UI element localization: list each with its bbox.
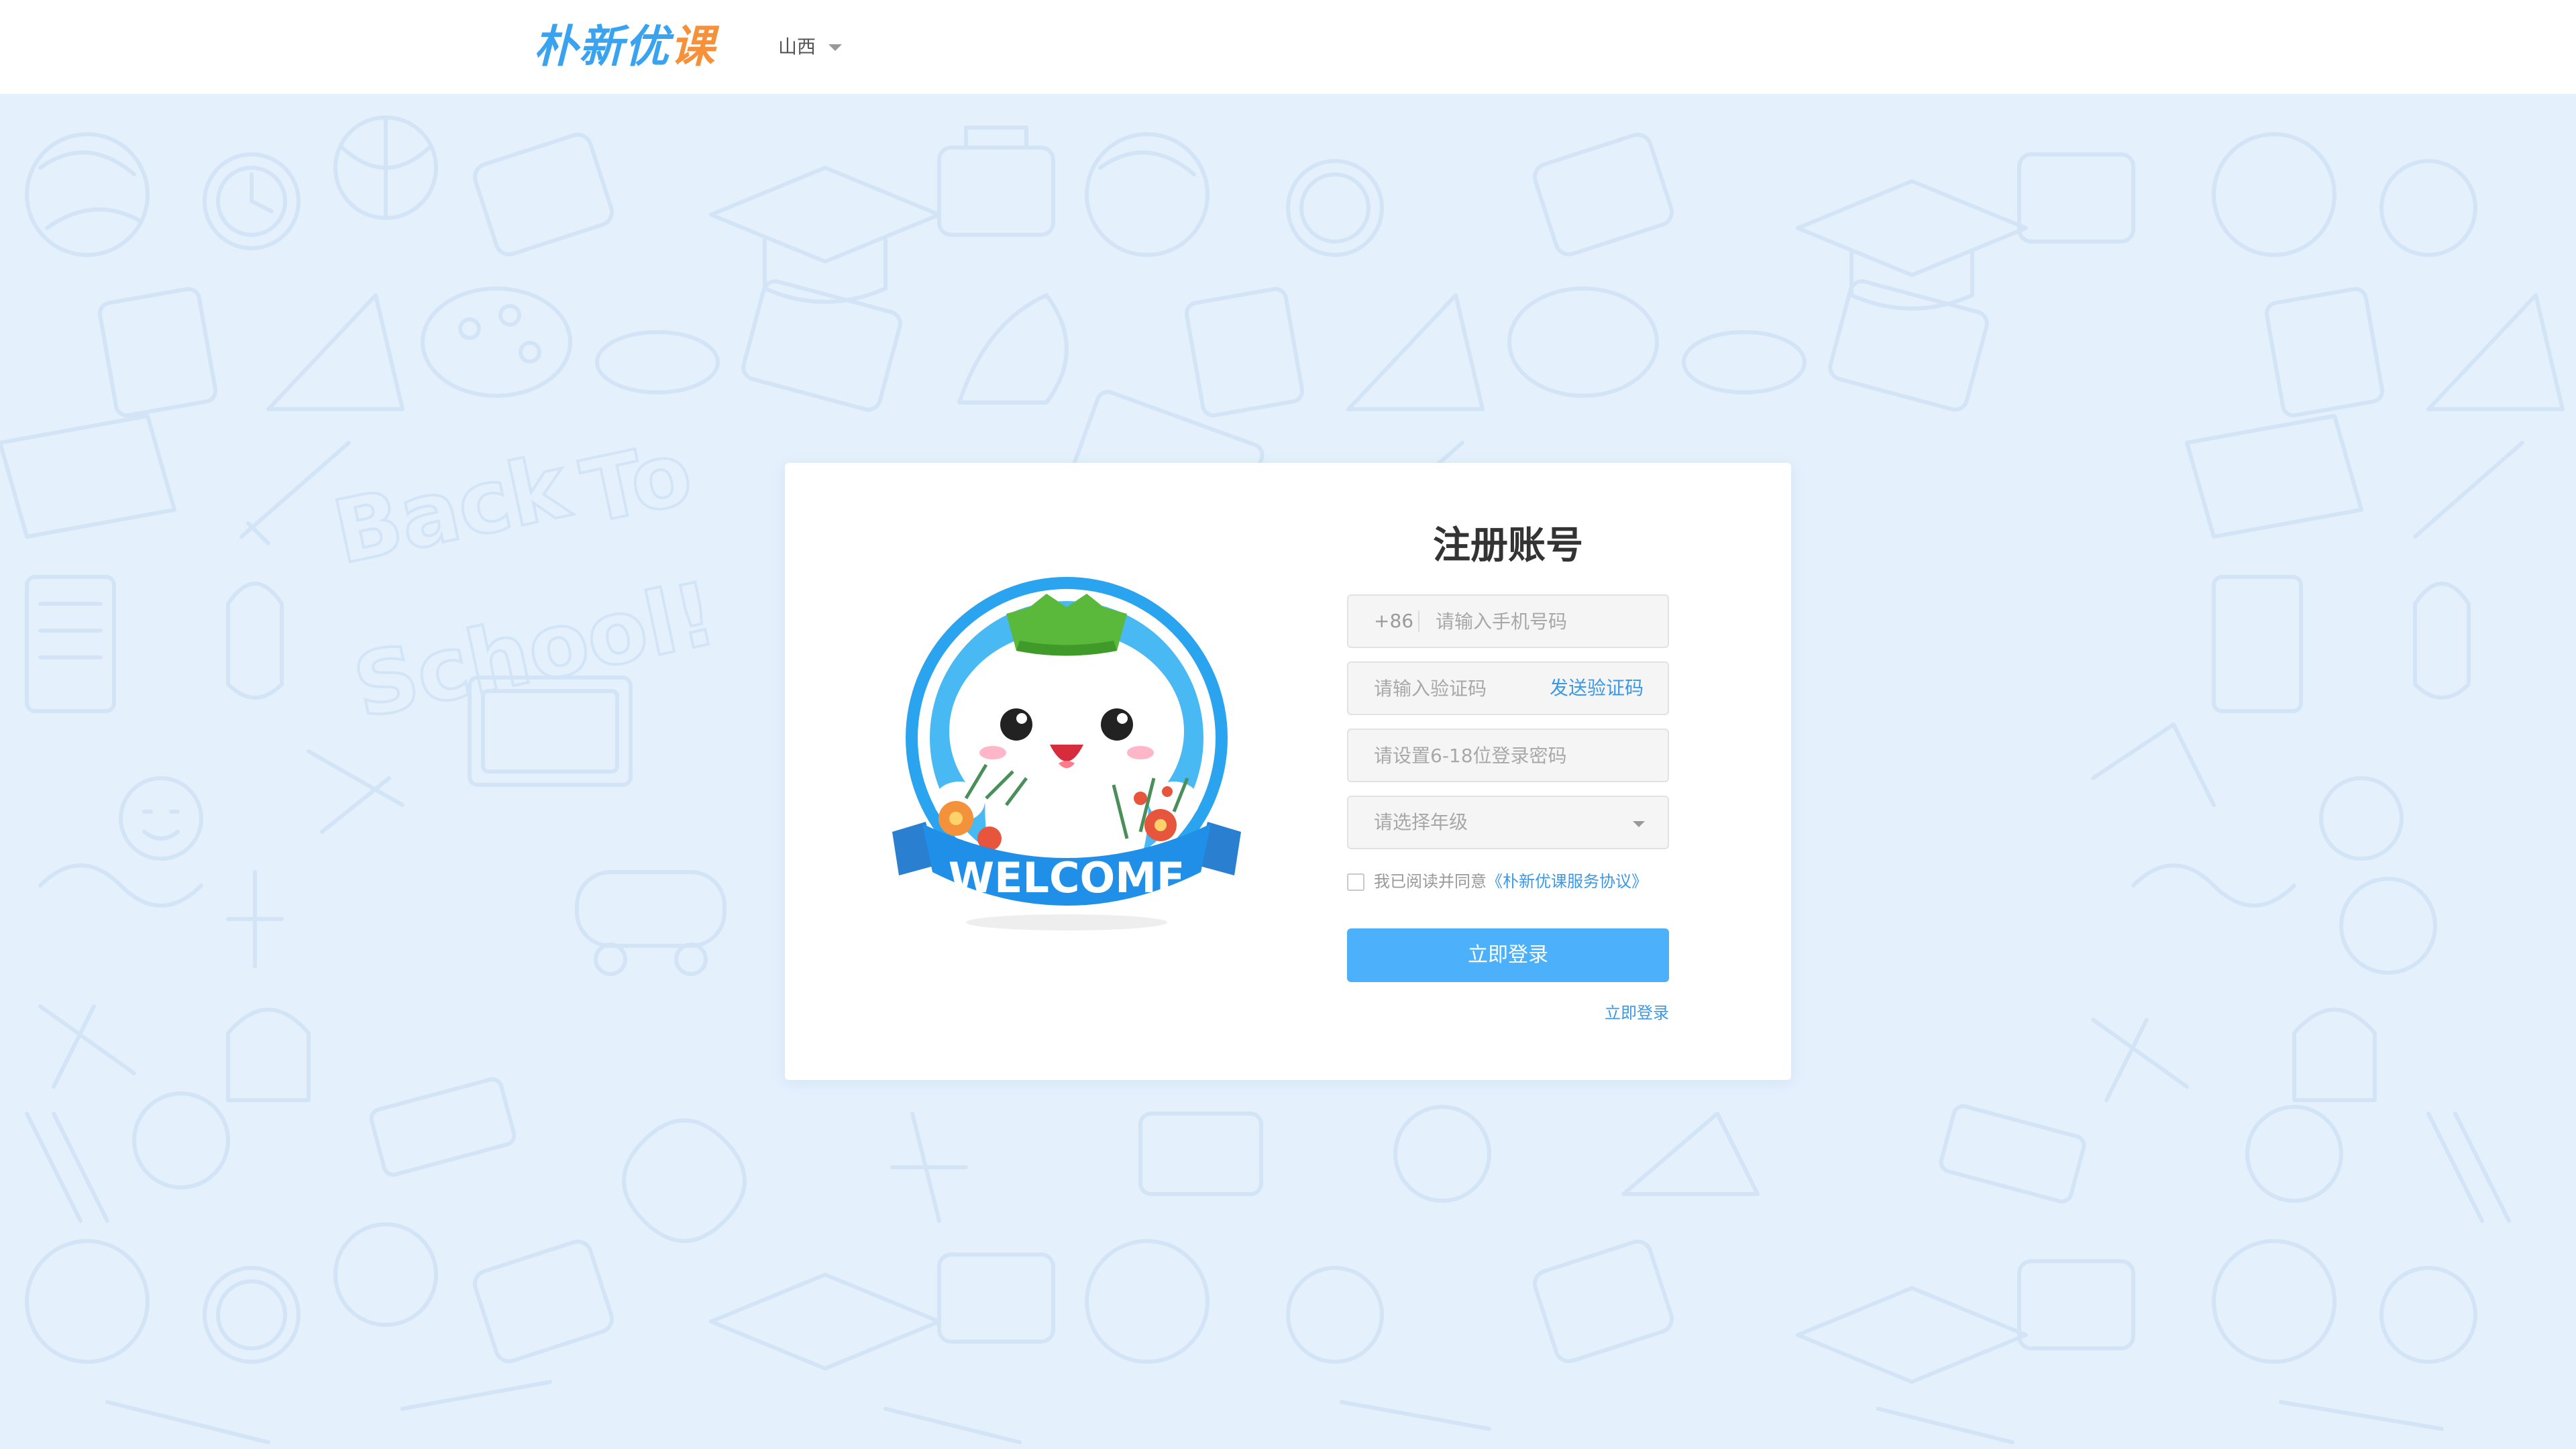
region-selector[interactable]: 山西	[778, 34, 842, 60]
region-label: 山西	[778, 36, 816, 58]
agreement-checkbox[interactable]	[1347, 873, 1364, 891]
chevron-down-icon	[1633, 821, 1645, 827]
welcome-mascot-illustration: WELCOME	[892, 577, 1241, 930]
grade-select-placeholder: 请选择年级	[1374, 811, 1468, 833]
logo-text-accent: 课	[670, 21, 716, 72]
password-input[interactable]	[1374, 730, 1656, 781]
welcome-banner-text: WELCOME	[949, 853, 1185, 902]
verification-code-input[interactable]	[1374, 663, 1542, 714]
country-code-prefix[interactable]: +86	[1374, 596, 1413, 647]
login-link[interactable]: 立即登录	[1347, 1001, 1669, 1025]
grade-select[interactable]: 请选择年级	[1347, 796, 1669, 849]
agreement-row: 我已阅读并同意《朴新优课服务协议》	[1347, 869, 1669, 894]
verification-code-field: 发送验证码	[1347, 661, 1669, 715]
agreement-text: 我已阅读并同意《朴新优课服务协议》	[1374, 869, 1648, 894]
phone-field: +86	[1347, 594, 1669, 648]
agreement-label: 我已阅读并同意	[1374, 872, 1487, 891]
brand-logo[interactable]: 朴新优课	[533, 23, 716, 71]
send-code-button[interactable]: 发送验证码	[1550, 663, 1644, 714]
doodle-text-to: To	[574, 421, 700, 543]
prefix-divider	[1418, 610, 1419, 632]
password-field	[1347, 729, 1669, 782]
submit-button[interactable]: 立即登录	[1347, 928, 1669, 982]
register-form: 注册账号 +86 发送验证码 请选择年级 我已阅读并同意《朴新优课服务协议》 立…	[1347, 463, 1669, 1025]
page-title: 注册账号	[1433, 524, 1583, 568]
logo-text: 朴新优	[533, 21, 670, 72]
doodle-text-back: Back	[325, 435, 578, 584]
top-header: 朴新优课 山西	[0, 0, 2576, 94]
doodle-text-school: School!	[345, 562, 724, 738]
register-card: WELCOME 注册账号 +86 发送验证码 请选择年级 我已阅读并同意《朴新优…	[785, 463, 1791, 1080]
phone-input[interactable]	[1436, 596, 1657, 647]
service-agreement-link[interactable]: 《朴新优课服务协议》	[1487, 872, 1648, 891]
chevron-down-icon	[828, 44, 842, 51]
